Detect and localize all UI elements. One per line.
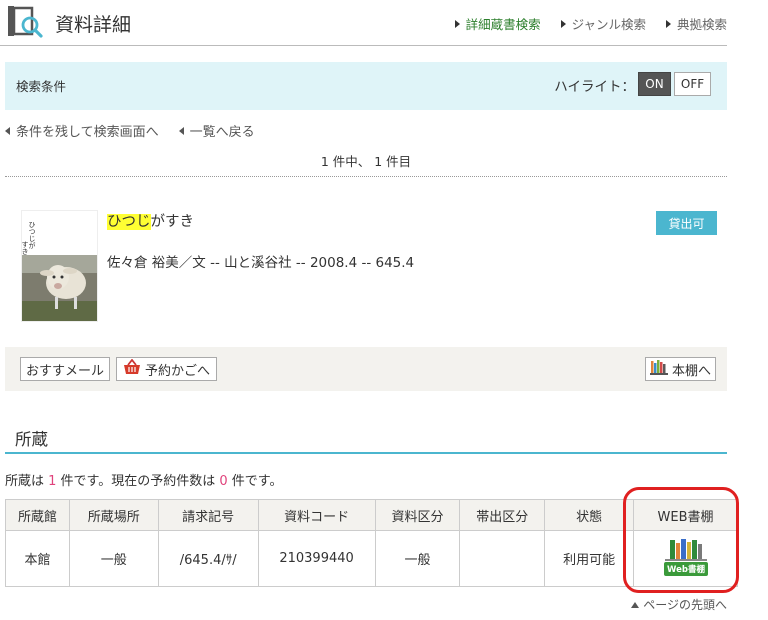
basket-icon xyxy=(123,358,141,379)
cell-loan-class xyxy=(459,530,546,587)
highlight-on-button[interactable]: ON xyxy=(638,72,671,96)
triangle-right-icon xyxy=(560,19,566,28)
section-divider xyxy=(5,452,727,454)
search-condition-bar: 検索条件 ハイライト： ON OFF xyxy=(5,62,727,110)
button-label: 本棚へ xyxy=(671,363,711,379)
top-nav: 詳細蔵書検索 ジャンル検索 典拠検索 xyxy=(454,14,727,33)
table-header-row: 所蔵館 所蔵場所 請求記号 資料コード 資料区分 帯出区分 状態 WEB書棚 xyxy=(5,499,738,531)
nav-label: ジャンル検索 xyxy=(571,17,646,32)
recommend-mail-button[interactable]: おすすメール xyxy=(20,357,110,381)
holdings-table: 所蔵館 所蔵場所 請求記号 資料コード 資料区分 帯出区分 状態 WEB書棚 本… xyxy=(5,499,738,587)
triangle-left-icon xyxy=(5,126,10,135)
column-header: 資料コード xyxy=(257,499,376,531)
link-label: 一覧へ戻る xyxy=(189,125,255,140)
summary-text: 件です。 xyxy=(227,474,283,489)
highlight-off-button[interactable]: OFF xyxy=(674,72,711,96)
page-title: 資料詳細 xyxy=(55,14,132,36)
button-label: おすすメール xyxy=(25,363,104,379)
triangle-right-icon xyxy=(665,19,671,28)
triangle-up-icon xyxy=(631,601,640,608)
reserve-cart-button[interactable]: 予約かごへ xyxy=(116,357,217,381)
title-rest: がすき xyxy=(150,214,195,230)
web-shelf-icon-label: Web書棚 xyxy=(667,564,705,575)
cell-location: 一般 xyxy=(68,530,159,587)
column-header: 資料区分 xyxy=(374,499,461,531)
column-header: 状態 xyxy=(544,499,635,531)
link-label: ページの先頭へ xyxy=(643,598,727,612)
web-bookshelf-icon[interactable]: Web書棚 xyxy=(661,537,711,581)
cell-call-number: /645.4/ｻ/ xyxy=(157,530,259,587)
cell-library: 本館 xyxy=(5,530,70,587)
search-detail-icon xyxy=(6,5,44,39)
triangle-left-icon xyxy=(178,126,184,135)
holdings-section-title: 所蔵 xyxy=(15,430,48,449)
book-title-link[interactable]: ひつじがすき xyxy=(107,210,194,231)
book-metadata: 佐々倉 裕美／文 -- 山と溪谷社 -- 2008.4 -- 645.4 xyxy=(107,255,415,271)
nav-label: 詳細蔵書検索 xyxy=(465,17,541,32)
nav-label: 典拠検索 xyxy=(676,17,727,32)
column-header: WEB書棚 xyxy=(633,499,738,531)
table-row: 本館 一般 /645.4/ｻ/ 210399440 一般 利用可能 Web書棚 xyxy=(5,530,738,587)
nav-genre-search[interactable]: ジャンル検索 xyxy=(560,14,646,33)
highlight-label: ハイライト： xyxy=(554,79,635,95)
column-header: 帯出区分 xyxy=(459,499,546,531)
cell-state: 利用可能 xyxy=(544,530,635,587)
cell-material-code: 210399440 xyxy=(257,530,376,587)
svg-text:すき: すき xyxy=(22,241,29,255)
column-header: 所蔵館 xyxy=(5,499,70,531)
triangle-right-icon xyxy=(454,19,460,28)
search-condition-label[interactable]: 検索条件 xyxy=(16,76,66,95)
summary-text: 件です。現在の予約件数は xyxy=(56,474,220,489)
dotted-divider xyxy=(5,176,727,177)
nav-advanced-search[interactable]: 詳細蔵書検索 xyxy=(454,14,541,33)
nav-authority-search[interactable]: 典拠検索 xyxy=(665,14,727,33)
column-header: 請求記号 xyxy=(157,499,259,531)
back-links: 条件を残して検索画面へ 一覧へ戻る xyxy=(5,121,255,140)
holdings-summary: 所蔵は 1 件です。現在の予約件数は 0 件です。 xyxy=(5,470,283,489)
back-to-list-link[interactable]: 一覧へ戻る xyxy=(178,121,255,140)
summary-text: 所蔵は xyxy=(5,474,49,489)
column-header: 所蔵場所 xyxy=(68,499,159,531)
book-cover-image[interactable]: ひつじが すき xyxy=(21,210,98,322)
page-top-link[interactable]: ページの先頭へ xyxy=(631,596,727,613)
header: 資料詳細 詳細蔵書検索 ジャンル検索 典拠検索 xyxy=(0,0,727,46)
status-badge: 貸出可 xyxy=(656,211,717,235)
cell-web-shelf: Web書棚 xyxy=(633,530,738,587)
svg-text:ひつじが: ひつじが xyxy=(28,221,36,249)
result-count: 1 件中、 1 件目 xyxy=(320,154,412,169)
highlighted-term: ひつじ xyxy=(107,214,151,230)
cell-material-category: 一般 xyxy=(374,530,461,587)
button-label: 予約かごへ xyxy=(144,363,210,379)
bookshelf-icon xyxy=(649,359,668,379)
action-bar: おすすメール 予約かごへ 本棚へ xyxy=(5,347,727,391)
link-label: 条件を残して検索画面へ xyxy=(16,125,159,140)
bookshelf-button[interactable]: 本棚へ xyxy=(645,357,716,381)
reservation-count: 0 xyxy=(219,474,228,489)
back-to-search-link[interactable]: 条件を残して検索画面へ xyxy=(5,121,159,140)
